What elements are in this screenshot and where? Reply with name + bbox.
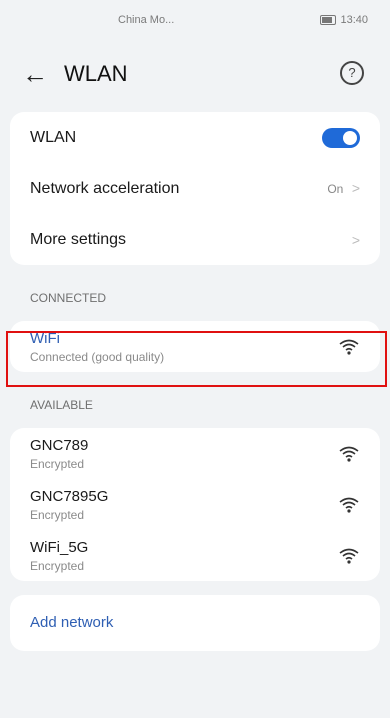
settings-card: WLAN Network acceleration On > More sett… [10,112,380,265]
network-acceleration-value: On [327,181,344,196]
header: ← WLAN ? [0,42,390,106]
more-settings-row[interactable]: More settings > [10,214,380,265]
network-acceleration-label: Network acceleration [30,179,180,197]
battery-icon [320,15,337,25]
network-status: Encrypted [30,558,85,573]
connected-network-name: WiFi [30,329,60,347]
wifi-signal-icon [339,548,359,564]
network-name: GNC7895G [30,487,109,505]
chevron-right-icon: > [351,231,360,248]
network-row[interactable]: GNC7895G Encrypted [10,479,380,530]
time-label: 13:40 [340,14,368,26]
available-networks-card: GNC789 Encrypted GNC7895G Encrypted WiFi… [10,428,380,581]
network-row[interactable]: WiFi_5G Encrypted [10,530,380,581]
network-acceleration-row[interactable]: Network acceleration On > [10,163,380,214]
wifi-signal-icon [339,339,359,355]
status-bar: China Mo... 13:40 [0,0,390,42]
network-name: WiFi_5G [30,538,89,556]
network-status: Encrypted [30,456,85,471]
add-network-button[interactable]: Add network [10,595,380,651]
connected-section-label: CONNECTED [30,291,107,305]
carrier-label: China Mo... [118,14,175,26]
status-right: 13:40 [320,14,368,26]
page-title: WLAN [64,61,128,86]
network-status: Encrypted [30,507,85,522]
connected-network-row[interactable]: WiFi Connected (good quality) [10,321,380,372]
wifi-signal-icon [339,446,359,462]
connected-network-status: Connected (good quality) [30,349,165,364]
more-settings-label: More settings [30,230,127,248]
help-icon[interactable]: ? [340,61,364,85]
wifi-signal-icon [339,497,359,513]
network-name: GNC789 [30,436,89,454]
wlan-row[interactable]: WLAN [10,112,380,163]
wlan-toggle[interactable] [322,127,360,148]
available-section-label: AVAILABLE [30,398,93,412]
add-network-card: Add network [10,595,380,651]
wlan-label: WLAN [30,128,77,146]
network-row[interactable]: GNC789 Encrypted [10,428,380,479]
connected-card: WiFi Connected (good quality) [10,321,380,372]
chevron-right-icon: > [351,179,360,196]
back-arrow-icon[interactable]: ← [22,61,50,87]
